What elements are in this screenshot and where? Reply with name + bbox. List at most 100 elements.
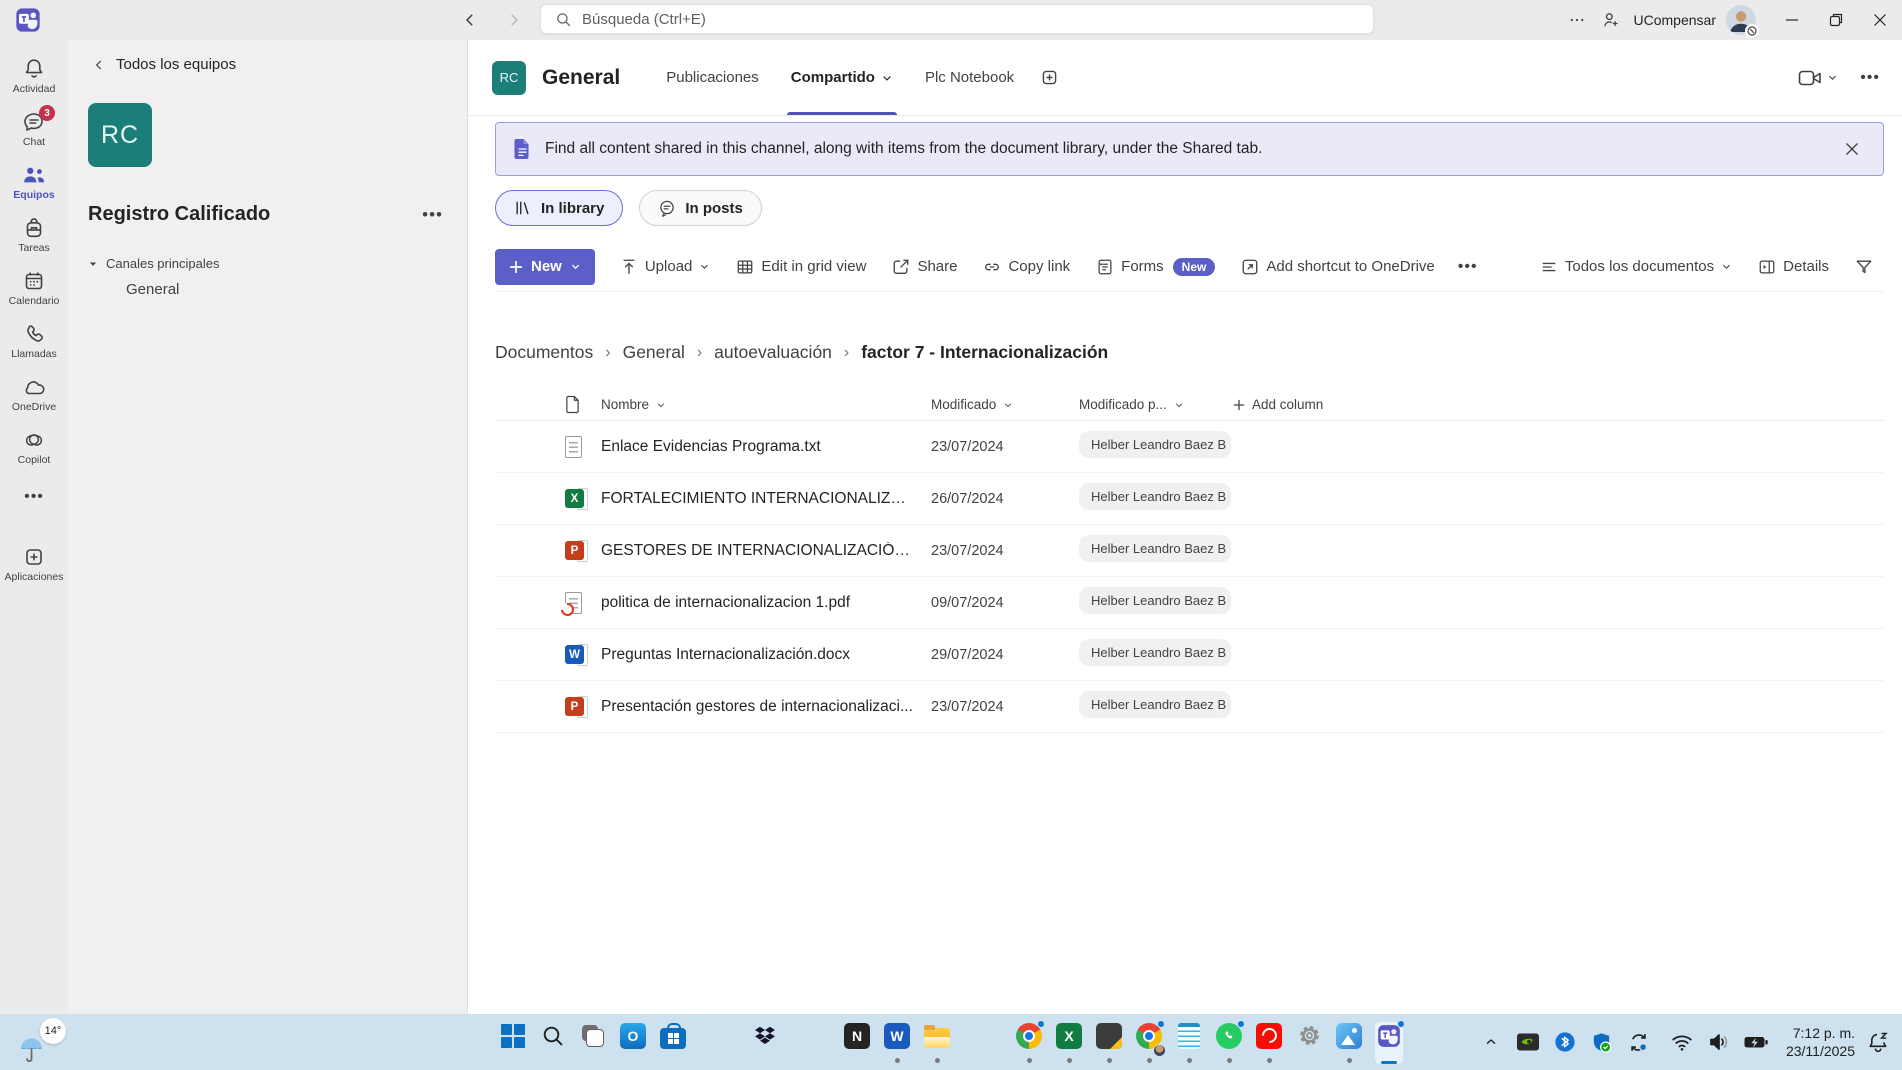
add-tab-button[interactable]: [1034, 63, 1064, 93]
close-button[interactable]: [1858, 0, 1902, 40]
tray-chevron-up-icon[interactable]: [1478, 1029, 1504, 1055]
invite-people-button[interactable]: [1594, 3, 1628, 37]
file-type-column-header[interactable]: [565, 395, 601, 414]
taskbar-outlook-button[interactable]: O: [619, 1022, 647, 1066]
weather-widget[interactable]: 14°: [16, 1018, 68, 1066]
rail-item-copilot[interactable]: Copilot: [0, 421, 68, 474]
titlebar-more-button[interactable]: [1560, 3, 1594, 37]
tab-plc-notebook[interactable]: Plc Notebook: [925, 40, 1014, 115]
volume-icon[interactable]: [1706, 1029, 1732, 1055]
taskbar-explorer-button[interactable]: [923, 1022, 951, 1066]
taskbar-excel-button[interactable]: X: [1055, 1022, 1083, 1066]
banner-close-button[interactable]: [1837, 134, 1867, 164]
sync-icon[interactable]: [1626, 1029, 1652, 1055]
column-header-modificado-por[interactable]: Modificado p...: [1079, 397, 1233, 412]
view-selector-button[interactable]: Todos los documentos: [1529, 249, 1743, 285]
table-row[interactable]: politica de internacionalizacion 1.pdf 0…: [495, 577, 1884, 629]
file-name-link[interactable]: GESTORES DE INTERNACIONALIZACIÓN 2...: [601, 542, 931, 560]
taskbar-whatsapp-button[interactable]: [1215, 1022, 1243, 1066]
breadcrumb-documentos[interactable]: Documentos: [495, 342, 593, 363]
channel-item-general[interactable]: General: [126, 281, 467, 298]
taskbar-chrome-button[interactable]: [1015, 1022, 1043, 1066]
share-button[interactable]: Share: [881, 249, 968, 285]
rail-item-tareas[interactable]: Tareas: [0, 209, 68, 262]
taskbar-word-button[interactable]: W: [883, 1022, 911, 1066]
search-input[interactable]: Búsqueda (Ctrl+E): [540, 4, 1374, 34]
modified-by-pill[interactable]: Helber Leandro Baez B: [1079, 587, 1231, 614]
modified-by-pill[interactable]: Helber Leandro Baez B: [1079, 691, 1231, 718]
channel-more-button[interactable]: •••: [1860, 69, 1880, 87]
rail-item-chat[interactable]: 3 Chat: [0, 103, 68, 156]
windows-security-icon[interactable]: [1589, 1029, 1615, 1055]
taskbar-notion-button[interactable]: N: [843, 1022, 871, 1066]
rail-item-equipos[interactable]: Equipos: [0, 156, 68, 209]
table-row[interactable]: P GESTORES DE INTERNACIONALIZACIÓN 2... …: [495, 525, 1884, 577]
notifications-bell-icon[interactable]: [1866, 1029, 1892, 1055]
taskbar-dark-folder-button[interactable]: [1095, 1022, 1123, 1066]
taskbar-dropbox-button[interactable]: [751, 1022, 779, 1066]
team-options-button[interactable]: •••: [422, 205, 443, 225]
meet-now-button[interactable]: [1798, 68, 1838, 88]
taskbar-chrome-profile-button[interactable]: [1135, 1022, 1163, 1066]
tab-publicaciones[interactable]: Publicaciones: [666, 40, 759, 115]
maximize-restore-button[interactable]: [1814, 0, 1858, 40]
rail-item-aplicaciones[interactable]: Aplicaciones: [0, 538, 68, 591]
rail-item-onedrive[interactable]: OneDrive: [0, 368, 68, 421]
rail-item-actividad[interactable]: Actividad: [0, 50, 68, 103]
new-button[interactable]: New: [495, 249, 595, 285]
upload-button[interactable]: Upload: [609, 249, 722, 285]
modified-by-pill[interactable]: Helber Leandro Baez B: [1079, 431, 1231, 458]
file-name-link[interactable]: FORTALECIMIENTO INTERNACIONALIZACI...: [601, 490, 931, 508]
back-to-all-teams[interactable]: Todos los equipos: [92, 56, 467, 73]
file-name-link[interactable]: Presentación gestores de internacionaliz…: [601, 698, 931, 716]
copy-link-button[interactable]: Copy link: [972, 249, 1081, 285]
file-name-link[interactable]: politica de internacionalizacion 1.pdf: [601, 594, 931, 612]
task-view-button[interactable]: [579, 1022, 607, 1066]
taskbar-photos-button[interactable]: [1335, 1022, 1363, 1066]
breadcrumb-autoevaluacion[interactable]: autoevaluación: [714, 342, 832, 363]
column-header-modificado[interactable]: Modificado: [931, 397, 1079, 412]
team-avatar[interactable]: RC: [88, 103, 152, 167]
wifi-icon[interactable]: [1669, 1029, 1695, 1055]
bluetooth-icon[interactable]: [1552, 1029, 1578, 1055]
channels-group-toggle[interactable]: Canales principales: [88, 256, 467, 271]
tab-compartido[interactable]: Compartido: [791, 40, 893, 115]
taskbar-acrobat-button[interactable]: [1255, 1022, 1283, 1066]
edit-grid-view-button[interactable]: Edit in grid view: [725, 249, 877, 285]
taskbar-settings-button[interactable]: [1295, 1022, 1323, 1066]
table-row[interactable]: P Presentación gestores de internacional…: [495, 681, 1884, 733]
nvidia-icon[interactable]: [1515, 1029, 1541, 1055]
rail-item-llamadas[interactable]: Llamadas: [0, 315, 68, 368]
command-bar-overflow-button[interactable]: •••: [1450, 258, 1486, 276]
minimize-button[interactable]: [1770, 0, 1814, 40]
start-button[interactable]: [499, 1022, 527, 1066]
forms-button[interactable]: Forms New: [1085, 249, 1226, 285]
rail-more-button[interactable]: •••: [24, 474, 44, 520]
add-shortcut-onedrive-button[interactable]: Add shortcut to OneDrive: [1230, 249, 1445, 285]
taskbar-store-button[interactable]: [659, 1022, 687, 1066]
back-button[interactable]: [455, 5, 485, 35]
taskbar-clock[interactable]: 7:12 p. m. 23/11/2025: [1786, 1024, 1855, 1060]
user-avatar[interactable]: [1726, 5, 1756, 35]
column-header-nombre[interactable]: Nombre: [601, 397, 931, 412]
taskbar-notepad-button[interactable]: [1175, 1022, 1203, 1066]
forward-button[interactable]: [499, 5, 529, 35]
file-name-link[interactable]: Enlace Evidencias Programa.txt: [601, 438, 931, 456]
add-column-button[interactable]: Add column: [1233, 397, 1884, 412]
table-row[interactable]: Enlace Evidencias Programa.txt 23/07/202…: [495, 421, 1884, 473]
breadcrumb-general[interactable]: General: [623, 342, 685, 363]
teams-logo-icon[interactable]: [14, 6, 42, 34]
modified-by-pill[interactable]: Helber Leandro Baez B: [1079, 483, 1231, 510]
account-name[interactable]: UCompensar: [1634, 12, 1716, 28]
details-button[interactable]: Details: [1747, 249, 1840, 285]
in-library-pill[interactable]: In library: [495, 190, 623, 226]
taskbar-search-button[interactable]: [539, 1022, 567, 1066]
file-name-link[interactable]: Preguntas Internacionalización.docx: [601, 646, 931, 664]
battery-icon[interactable]: [1743, 1029, 1769, 1055]
table-row[interactable]: W Preguntas Internacionalización.docx 29…: [495, 629, 1884, 681]
in-posts-pill[interactable]: In posts: [639, 190, 762, 226]
modified-by-pill[interactable]: Helber Leandro Baez B: [1079, 535, 1231, 562]
filter-button[interactable]: [1844, 249, 1884, 285]
taskbar-teams-button[interactable]: [1375, 1022, 1403, 1064]
rail-item-calendario[interactable]: Calendario: [0, 262, 68, 315]
